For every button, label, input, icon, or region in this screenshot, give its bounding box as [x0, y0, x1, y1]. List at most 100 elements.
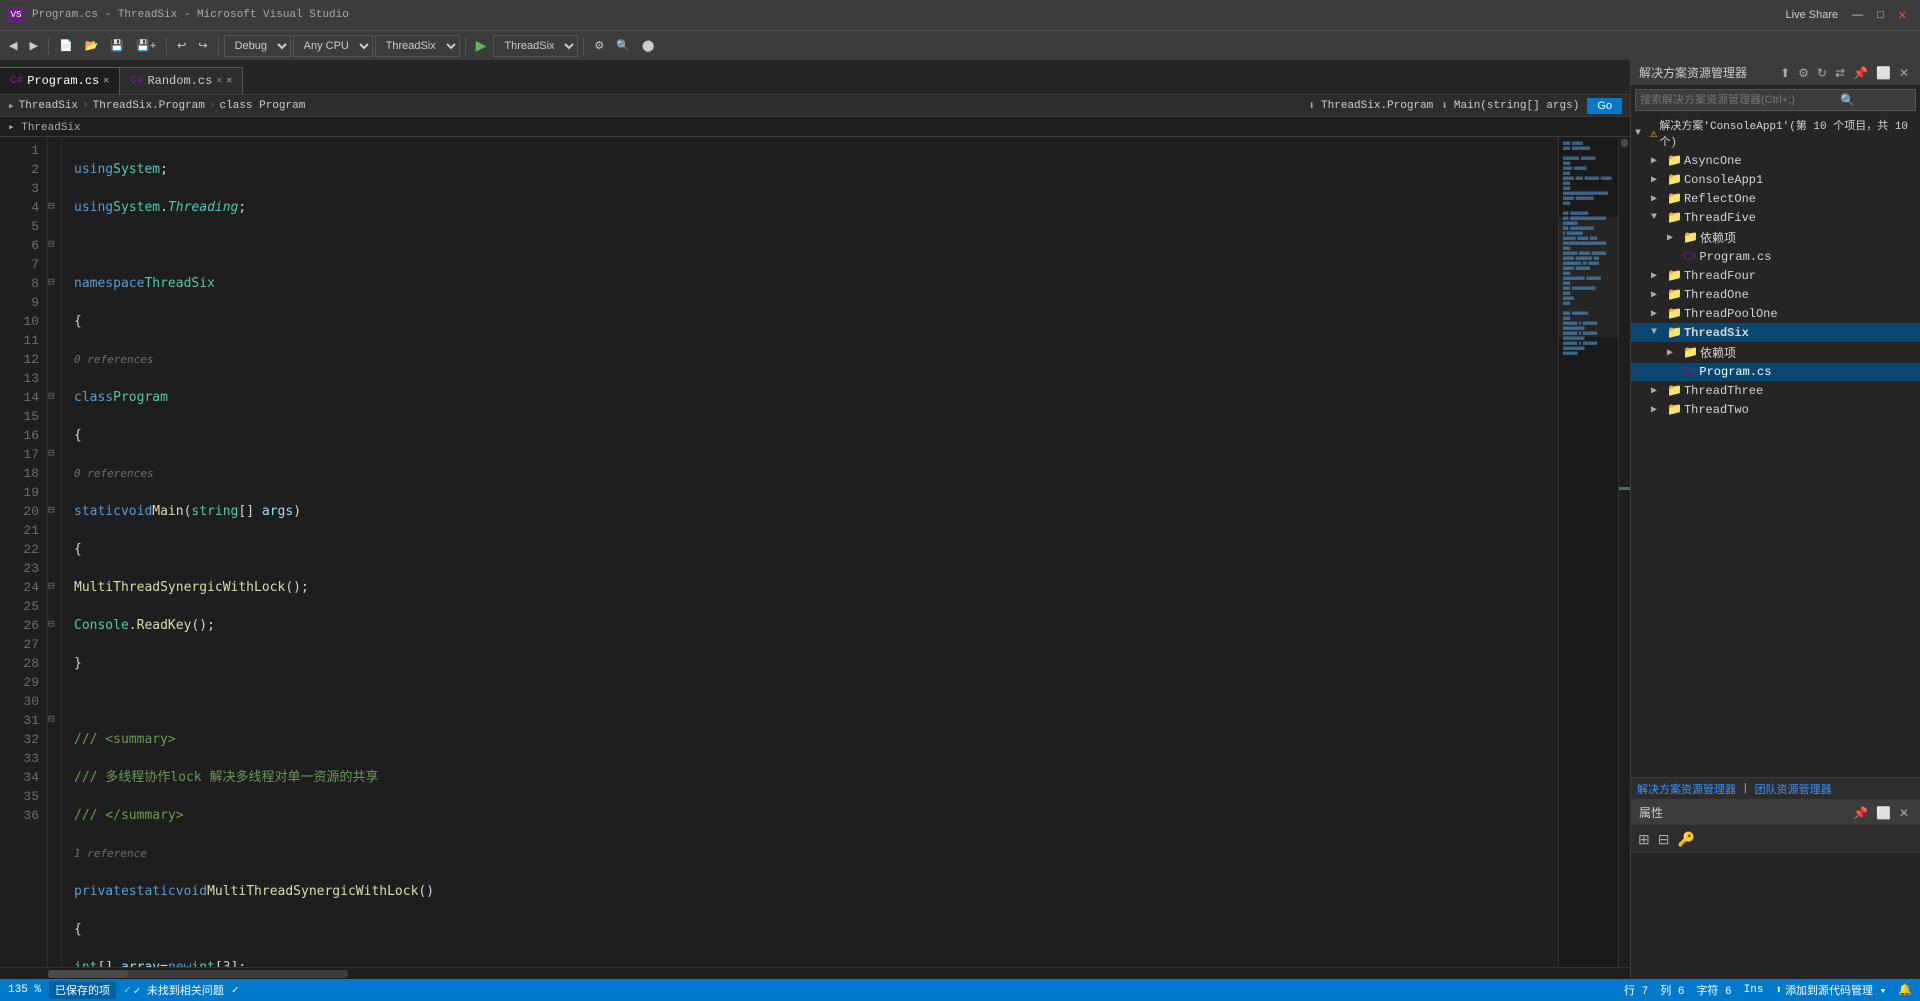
- status-col[interactable]: 列 6: [1660, 982, 1684, 998]
- tab-bar: C# Program.cs ✕ C# Random.cs ✕ ✕: [0, 60, 1630, 95]
- save-button[interactable]: 💾: [105, 37, 129, 54]
- bc-right1[interactable]: ThreadSix.Program: [1321, 100, 1433, 112]
- fold-btn-31[interactable]: ⊟: [48, 711, 61, 730]
- minimize-button[interactable]: —: [1847, 7, 1868, 23]
- fold-btn-8[interactable]: ⊟: [48, 274, 61, 293]
- ln-25: 25: [0, 597, 47, 616]
- new-project-button[interactable]: 📄: [54, 37, 78, 54]
- status-add-to-vcs[interactable]: ⬆ 添加到源代码管理 ▾: [1775, 982, 1886, 998]
- tab-close-program[interactable]: ✕: [103, 75, 109, 87]
- status-issues[interactable]: ✓ ✓ 未找到相关问题: [124, 982, 224, 998]
- tab-program-cs[interactable]: C# Program.cs ✕: [0, 67, 120, 94]
- props-alpha-btn[interactable]: ⊟: [1655, 830, 1673, 849]
- undo-button[interactable]: ↩: [172, 37, 191, 54]
- se-search-input[interactable]: [1640, 94, 1840, 106]
- line-11: Console.ReadKey();: [70, 616, 1550, 635]
- props-sort-btn[interactable]: ⊞: [1635, 830, 1653, 849]
- status-row[interactable]: 行 7: [1624, 982, 1648, 998]
- ins-text: Ins: [1744, 984, 1764, 996]
- start-button[interactable]: ▶: [471, 35, 492, 56]
- main-layout: C# Program.cs ✕ C# Random.cs ✕ ✕ ▸ Threa…: [0, 60, 1920, 979]
- status-char[interactable]: 字符 6: [1696, 982, 1731, 998]
- tree-threadsix-deps[interactable]: ▶ 📁 依赖项: [1631, 342, 1920, 363]
- run-project-dropdown[interactable]: ThreadSix: [493, 35, 578, 57]
- code-content[interactable]: using System; using System.Threading; na…: [62, 137, 1558, 967]
- props-float-btn[interactable]: ⬜: [1873, 805, 1894, 821]
- tree-consoleapp1[interactable]: ▶ 📁 ConsoleApp1: [1631, 170, 1920, 189]
- tab-close-random[interactable]: ✕: [216, 75, 222, 87]
- se-props-btn[interactable]: ⚙: [1795, 65, 1812, 81]
- tab-random-cs[interactable]: C# Random.cs ✕ ✕: [120, 67, 243, 94]
- status-saved[interactable]: 已保存的项: [49, 981, 116, 999]
- fold-btn-17[interactable]: ⊟: [48, 445, 61, 464]
- debug-btn[interactable]: 🔍: [611, 37, 635, 54]
- tree-threadfive-programcs[interactable]: C# Program.cs: [1631, 248, 1920, 266]
- tree-reflectone[interactable]: ▶ 📁 ReflectOne: [1631, 189, 1920, 208]
- minimap: ████ ██████████ ███████████████████ ████…: [1558, 137, 1618, 967]
- platform-dropdown[interactable]: Any CPU: [293, 35, 373, 57]
- status-ins[interactable]: Ins: [1744, 984, 1764, 996]
- close-button[interactable]: ✕: [1893, 7, 1912, 24]
- fold-btn-26[interactable]: ⊟: [48, 616, 61, 635]
- bc-part1[interactable]: ThreadSix: [19, 100, 78, 112]
- horizontal-scrollbar[interactable]: [0, 967, 1630, 979]
- se-collapse-btn[interactable]: ⬆: [1777, 65, 1793, 81]
- tree-threadone[interactable]: ▶ 📁 ThreadOne: [1631, 285, 1920, 304]
- props-events-btn[interactable]: 🔑: [1674, 830, 1697, 849]
- maximize-button[interactable]: □: [1872, 7, 1889, 23]
- save-all-button[interactable]: 💾+: [131, 37, 161, 54]
- vertical-scrollbar[interactable]: [1618, 137, 1630, 967]
- fold-btn-14[interactable]: ⊟: [48, 388, 61, 407]
- tree-threadsix[interactable]: ▼ 📁 ThreadSix: [1631, 323, 1920, 342]
- tree-threadfive[interactable]: ▼ 📁 ThreadFive: [1631, 208, 1920, 227]
- fold-btn-6[interactable]: ⊟: [48, 236, 61, 255]
- props-pin-btn[interactable]: 📌: [1850, 805, 1871, 821]
- line-19: int[] array=new int[3];: [70, 958, 1550, 967]
- bc-right2[interactable]: Main(string[] args): [1454, 100, 1579, 112]
- se-pin-btn[interactable]: 📌: [1850, 65, 1871, 81]
- go-button[interactable]: Go: [1587, 98, 1622, 114]
- char-text: 字符 6: [1696, 982, 1731, 998]
- open-button[interactable]: 📂: [80, 37, 104, 54]
- tree-asyncone[interactable]: ▶ 📁 AsyncOne: [1631, 151, 1920, 170]
- bc-part2[interactable]: ThreadSix.Program: [93, 100, 205, 112]
- cs-icon-tf: C#: [1683, 250, 1697, 264]
- live-share-button[interactable]: Live Share: [1781, 7, 1844, 23]
- tree-solution-root[interactable]: ▼ ⚠ 解决方案'ConsoleApp1'(第 10 个项目，共 10 个): [1631, 115, 1920, 151]
- tree-threadtwo[interactable]: ▶ 📁 ThreadTwo: [1631, 400, 1920, 419]
- line-10: MultiThreadSynergicWithLock();: [70, 578, 1550, 597]
- fold-btn-4[interactable]: ⊟: [48, 198, 61, 217]
- breakpoints-btn[interactable]: ⬤: [637, 37, 659, 54]
- tree-threadsix-programcs[interactable]: C# Program.cs: [1631, 363, 1920, 381]
- attach-btn[interactable]: ⚙: [589, 37, 609, 54]
- tree-arrow-asyncone: ▶: [1651, 155, 1665, 167]
- status-notification-bell[interactable]: 🔔: [1898, 983, 1912, 997]
- deps-icon-ts: 📁: [1683, 345, 1698, 360]
- forward-button[interactable]: ▶: [24, 37, 42, 54]
- tree-threadpoolone[interactable]: ▶ 📁 ThreadPoolOne: [1631, 304, 1920, 323]
- status-zoom[interactable]: 135 %: [8, 984, 41, 996]
- config-dropdown[interactable]: Debug: [224, 35, 291, 57]
- se-link2[interactable]: 团队资源管理器: [1755, 781, 1832, 797]
- tree-threadfive-deps[interactable]: ▶ 📁 依赖项: [1631, 227, 1920, 248]
- redo-button[interactable]: ↪: [193, 37, 212, 54]
- ln-31: 31: [0, 711, 47, 730]
- se-title: 解决方案资源管理器: [1639, 64, 1747, 81]
- bc-right-class: ⬇: [1308, 99, 1315, 113]
- tree-threadthree[interactable]: ▶ 📁 ThreadThree: [1631, 381, 1920, 400]
- se-sync-btn[interactable]: ⇄: [1832, 65, 1848, 81]
- se-refresh-btn[interactable]: ↻: [1814, 65, 1830, 81]
- se-link1[interactable]: 解决方案资源管理器: [1637, 781, 1736, 797]
- se-float-btn[interactable]: ⬜: [1873, 65, 1894, 81]
- bc-part3[interactable]: class Program: [219, 100, 305, 112]
- tree-threadfour[interactable]: ▶ 📁 ThreadFour: [1631, 266, 1920, 285]
- project-icon-threadsix: 📁: [1667, 325, 1682, 340]
- fold-btn-24[interactable]: ⊟: [48, 578, 61, 597]
- se-close-btn[interactable]: ✕: [1896, 65, 1912, 81]
- fold-btn-20[interactable]: ⊟: [48, 502, 61, 521]
- label-threadpoolone: ThreadPoolOne: [1684, 307, 1778, 321]
- back-button[interactable]: ◀: [4, 37, 22, 54]
- project-dropdown[interactable]: ThreadSix: [375, 35, 460, 57]
- ln-33: 33: [0, 749, 47, 768]
- props-close-btn[interactable]: ✕: [1896, 805, 1912, 821]
